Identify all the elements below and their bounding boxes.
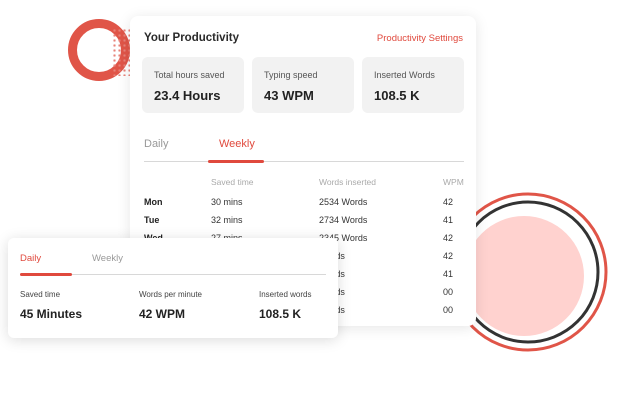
tab-daily[interactable]: Daily bbox=[144, 138, 168, 150]
stat-label: Inserted Words bbox=[374, 70, 435, 80]
stat-label: Total hours saved bbox=[154, 70, 225, 80]
row-day: Tue bbox=[144, 215, 160, 225]
row-saved-time: 30 mins bbox=[211, 197, 243, 207]
column-header-saved-time: Saved time bbox=[211, 177, 254, 187]
stat-value: 108.5 K bbox=[259, 307, 302, 321]
stat-label: Saved time bbox=[20, 290, 61, 299]
stat-value: 43 WPM bbox=[264, 88, 314, 103]
row-wpm: 42 bbox=[443, 233, 454, 243]
stat-value: 45 Minutes bbox=[20, 307, 83, 321]
row-words: 2734 Words bbox=[319, 215, 368, 225]
row-wpm: 41 bbox=[443, 269, 454, 279]
stat-label: Words per minute bbox=[139, 290, 202, 299]
stat-total-hours: Total hours saved 23.4 Hours bbox=[142, 57, 244, 113]
table-row: Tue 32 mins 2734 Words 41 bbox=[130, 215, 476, 233]
column-header-wpm: WPM bbox=[443, 177, 464, 187]
row-wpm: 41 bbox=[443, 215, 454, 225]
row-day: Mon bbox=[144, 197, 163, 207]
stat-words-per-minute: Words per minute 42 WPM bbox=[139, 290, 202, 321]
tab-daily[interactable]: Daily bbox=[20, 253, 41, 264]
stat-label: Typing speed bbox=[264, 70, 318, 80]
daily-summary-card: Daily Weekly Saved time 45 Minutes Words… bbox=[8, 238, 338, 338]
active-tab-indicator bbox=[20, 273, 72, 276]
tab-weekly[interactable]: Weekly bbox=[219, 138, 255, 150]
card-title: Your Productivity bbox=[144, 32, 239, 44]
row-wpm: 00 bbox=[443, 305, 454, 315]
stat-inserted-words: Inserted Words 108.5 K bbox=[362, 57, 464, 113]
column-header-words-inserted: Words inserted bbox=[319, 177, 377, 187]
active-tab-indicator bbox=[208, 160, 264, 163]
row-wpm: 42 bbox=[443, 251, 454, 261]
stat-value: 42 WPM bbox=[139, 307, 186, 321]
row-saved-time: 32 mins bbox=[211, 215, 243, 225]
stat-inserted-words: Inserted words 108.5 K bbox=[259, 290, 311, 321]
period-tabs: Daily Weekly bbox=[144, 134, 464, 163]
stat-label: Inserted words bbox=[259, 290, 312, 299]
stat-saved-time: Saved time 45 Minutes bbox=[20, 290, 82, 321]
row-words: 2534 Words bbox=[319, 197, 368, 207]
stat-typing-speed: Typing speed 43 WPM bbox=[252, 57, 354, 113]
stat-value: 23.4 Hours bbox=[154, 88, 221, 103]
stat-value: 108.5 K bbox=[374, 88, 420, 103]
row-wpm: 00 bbox=[443, 287, 454, 297]
table-row: Mon 30 mins 2534 Words 42 bbox=[130, 197, 476, 215]
tab-weekly[interactable]: Weekly bbox=[92, 253, 123, 264]
row-wpm: 42 bbox=[443, 197, 454, 207]
productivity-settings-link[interactable]: Productivity Settings bbox=[377, 33, 463, 44]
